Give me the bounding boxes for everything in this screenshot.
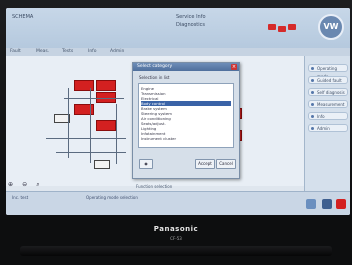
component-box[interactable] — [96, 80, 116, 91]
bullet-icon — [311, 103, 314, 106]
wire-line — [68, 88, 69, 158]
bullet-icon — [311, 67, 314, 70]
top-bar: SCHEMA Service Info Diagnostics VW — [6, 8, 350, 48]
stop-button[interactable] — [336, 199, 346, 209]
accept-button[interactable]: Accept — [195, 159, 215, 169]
back-button[interactable] — [306, 199, 316, 209]
alert-icon[interactable] — [268, 24, 276, 30]
category-list[interactable]: Engine Transmission Electrical Body cont… — [138, 83, 234, 148]
wire-line — [116, 104, 117, 164]
component-box[interactable] — [96, 120, 116, 131]
close-icon[interactable]: × — [231, 64, 237, 70]
menu-item-tests[interactable]: Tests — [62, 49, 73, 54]
wire-line — [90, 88, 91, 163]
bottom-bar: Inc. test Operating mode selection — [6, 191, 350, 215]
title-right: Diagnostics — [176, 22, 206, 28]
brand-logo: VW — [318, 14, 344, 40]
wire-line — [64, 98, 124, 99]
component-box[interactable] — [74, 80, 94, 91]
cancel-button[interactable]: Cancel — [216, 159, 236, 169]
laptop-bezel: SCHEMA Service Info Diagnostics VW Fault… — [0, 0, 352, 265]
bottom-left-label: Inc. test — [12, 195, 29, 200]
bullet-icon — [311, 115, 314, 118]
menu-item-fault[interactable]: Fault — [10, 49, 21, 54]
bullet-icon — [311, 91, 314, 94]
laptop-hinge — [20, 246, 332, 256]
status-line: Function selection — [136, 184, 173, 189]
zoom-in-icon[interactable]: ⊕ — [8, 181, 15, 188]
dialog-label: Selection in list — [139, 75, 170, 80]
menu-item-meas[interactable]: Meas. — [36, 49, 49, 54]
dialog-option-button[interactable]: ◉ — [139, 159, 153, 169]
dialog-titlebar: Select category × — [133, 63, 239, 71]
right-item-admin[interactable]: Admin — [308, 124, 348, 132]
right-item-operating[interactable]: Operating mode — [308, 64, 348, 79]
component-box-white[interactable] — [94, 160, 110, 169]
error-icon[interactable] — [288, 24, 296, 30]
select-dialog: Select category × Selection in list Engi… — [132, 62, 240, 179]
list-item[interactable]: Instrument cluster — [141, 136, 231, 141]
component-box[interactable] — [74, 104, 94, 115]
screen: SCHEMA Service Info Diagnostics VW Fault… — [6, 8, 350, 215]
right-item-info[interactable]: Info — [308, 112, 348, 120]
right-item-guided[interactable]: Guided fault — [308, 76, 348, 84]
bullet-icon — [311, 127, 314, 130]
laptop-brand: Panasonic — [153, 225, 199, 233]
bullet-icon — [311, 79, 314, 82]
zoom-out-icon[interactable]: ⊖ — [22, 181, 29, 188]
title-left: SCHEMA — [12, 14, 34, 20]
dialog-title: Select category — [137, 64, 173, 69]
laptop-model: CF-53 — [170, 236, 182, 241]
search-icon[interactable]: ⌕ — [36, 181, 43, 188]
menu-item-admin[interactable]: Admin — [110, 49, 124, 54]
right-panel: Operating mode Guided fault Self diagnos… — [304, 56, 350, 191]
right-item-measure[interactable]: Measurement — [308, 100, 348, 108]
title-mid: Service Info — [176, 14, 206, 20]
wire-line — [46, 138, 126, 139]
warning-icon[interactable] — [278, 26, 286, 32]
diagram-toolbar: ⊕ ⊖ ⌕ ▢ — [8, 171, 56, 207]
right-item-selfdiag[interactable]: Self diagnosis — [308, 88, 348, 96]
menu-item-info[interactable]: Info — [88, 49, 97, 54]
print-button[interactable] — [322, 199, 332, 209]
bottom-mid-label: Operating mode selection — [86, 195, 138, 200]
